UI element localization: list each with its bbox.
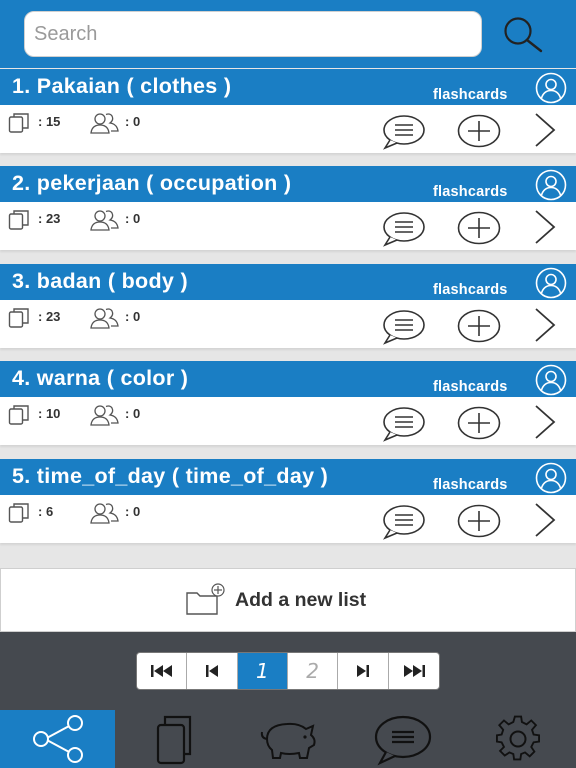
list-header[interactable]: 2. pekerjaan ( occupation ) flashcards — [0, 166, 576, 202]
pagination: 1 2 — [136, 652, 440, 690]
cards-count-icon — [8, 308, 29, 328]
list-body: : 15 : 0 — [0, 105, 576, 153]
list-header[interactable]: 3. badan ( body ) flashcards — [0, 264, 576, 300]
cards-count-icon — [8, 210, 29, 230]
add-new-list-label: Add a new list — [235, 589, 367, 611]
last-page-button[interactable] — [389, 653, 439, 689]
flashcards-label: flashcards — [433, 87, 508, 103]
previous-page-button[interactable] — [187, 653, 238, 689]
flashcards-label: flashcards — [433, 184, 508, 200]
chat-icon[interactable] — [380, 501, 428, 541]
list-title: 3. badan ( body ) — [12, 269, 188, 293]
list-header[interactable]: 1. Pakaian ( clothes ) flashcards — [0, 69, 576, 105]
add-icon[interactable] — [455, 111, 503, 151]
flashcards-label: flashcards — [433, 282, 508, 298]
people-icon — [90, 210, 119, 231]
cards-count: : 10 — [38, 406, 61, 421]
people-count: : 0 — [125, 114, 141, 129]
tab-share[interactable] — [0, 710, 116, 768]
list-body: : 23 : 0 — [0, 202, 576, 250]
previous-page-icon — [205, 665, 218, 677]
chat-icon[interactable] — [380, 306, 428, 346]
list-title: 2. pekerjaan ( occupation ) — [12, 171, 292, 195]
list-title: 4. warna ( color ) — [12, 366, 189, 390]
cards-count: : 23 — [38, 211, 61, 226]
add-icon[interactable] — [455, 306, 503, 346]
first-page-icon — [150, 665, 172, 677]
chevron-right-icon[interactable] — [526, 109, 562, 151]
list-title: 5. time_of_day ( time_of_day ) — [12, 464, 329, 488]
cards-count: : 6 — [38, 504, 54, 519]
cards-count-icon — [8, 503, 29, 523]
chat-icon[interactable] — [380, 208, 428, 248]
list-card: 3. badan ( body ) flashcards : 23 : 0 — [0, 264, 576, 348]
last-page-icon — [403, 665, 425, 677]
chevron-right-icon[interactable] — [526, 401, 562, 443]
tab-piggy-bank[interactable] — [230, 710, 345, 768]
search-box[interactable] — [24, 11, 482, 57]
add-icon[interactable] — [455, 208, 503, 248]
people-icon — [90, 308, 119, 329]
page-1-button[interactable]: 1 — [237, 653, 288, 689]
list-body: : 6 : 0 — [0, 495, 576, 543]
tab-settings[interactable] — [461, 710, 576, 768]
chat-icon — [375, 715, 432, 766]
list-card: 4. warna ( color ) flashcards : 10 : 0 — [0, 361, 576, 445]
people-count: : 0 — [125, 406, 141, 421]
cards-count: : 15 — [38, 114, 61, 129]
people-count: : 0 — [125, 309, 141, 324]
list-card: 2. pekerjaan ( occupation ) flashcards :… — [0, 166, 576, 250]
user-icon[interactable] — [530, 169, 572, 201]
chevron-right-icon[interactable] — [526, 304, 562, 346]
people-count: : 0 — [125, 504, 141, 519]
user-icon[interactable] — [530, 462, 572, 494]
share-icon — [32, 715, 83, 763]
chat-icon[interactable] — [380, 403, 428, 443]
add-new-list-button[interactable]: Add a new list — [0, 568, 576, 632]
next-page-button[interactable] — [338, 653, 389, 689]
list-header[interactable]: 5. time_of_day ( time_of_day ) flashcard… — [0, 459, 576, 495]
user-icon[interactable] — [530, 364, 572, 396]
user-icon[interactable] — [530, 267, 572, 299]
chevron-right-icon[interactable] — [526, 499, 562, 541]
chevron-right-icon[interactable] — [526, 206, 562, 248]
people-count: : 0 — [125, 211, 141, 226]
list-body: : 23 : 0 — [0, 300, 576, 348]
page-2-button[interactable]: 2 — [288, 653, 339, 689]
flashcards-label: flashcards — [433, 379, 508, 395]
list-card: 5. time_of_day ( time_of_day ) flashcard… — [0, 459, 576, 543]
bottom-tab-bar — [0, 710, 576, 768]
people-icon — [90, 503, 119, 524]
tab-cards[interactable] — [115, 710, 230, 768]
next-page-icon — [356, 665, 369, 677]
list-body: : 10 : 0 — [0, 397, 576, 445]
people-icon — [90, 405, 119, 426]
flashcards-label: flashcards — [433, 477, 508, 493]
tab-messages[interactable] — [346, 710, 461, 768]
cards-count-icon — [8, 113, 29, 133]
cards-count: : 23 — [38, 309, 61, 324]
list-title: 1. Pakaian ( clothes ) — [12, 74, 232, 98]
list-header[interactable]: 4. warna ( color ) flashcards — [0, 361, 576, 397]
list-card: 1. Pakaian ( clothes ) flashcards : 15 :… — [0, 69, 576, 153]
add-icon[interactable] — [455, 403, 503, 443]
cards-icon — [156, 715, 191, 765]
people-icon — [90, 113, 119, 134]
cards-count-icon — [8, 405, 29, 425]
search-button[interactable] — [496, 12, 548, 56]
chat-icon[interactable] — [380, 111, 428, 151]
search-input[interactable] — [25, 12, 481, 56]
user-icon[interactable] — [530, 72, 572, 104]
gear-icon — [496, 715, 541, 761]
pagination-area: 1 2 — [0, 632, 576, 710]
first-page-button[interactable] — [137, 653, 188, 689]
folder-add-icon — [186, 583, 225, 615]
top-bar — [0, 0, 576, 68]
search-icon — [504, 17, 543, 53]
add-icon[interactable] — [455, 501, 503, 541]
piggy-bank-icon — [260, 722, 316, 759]
